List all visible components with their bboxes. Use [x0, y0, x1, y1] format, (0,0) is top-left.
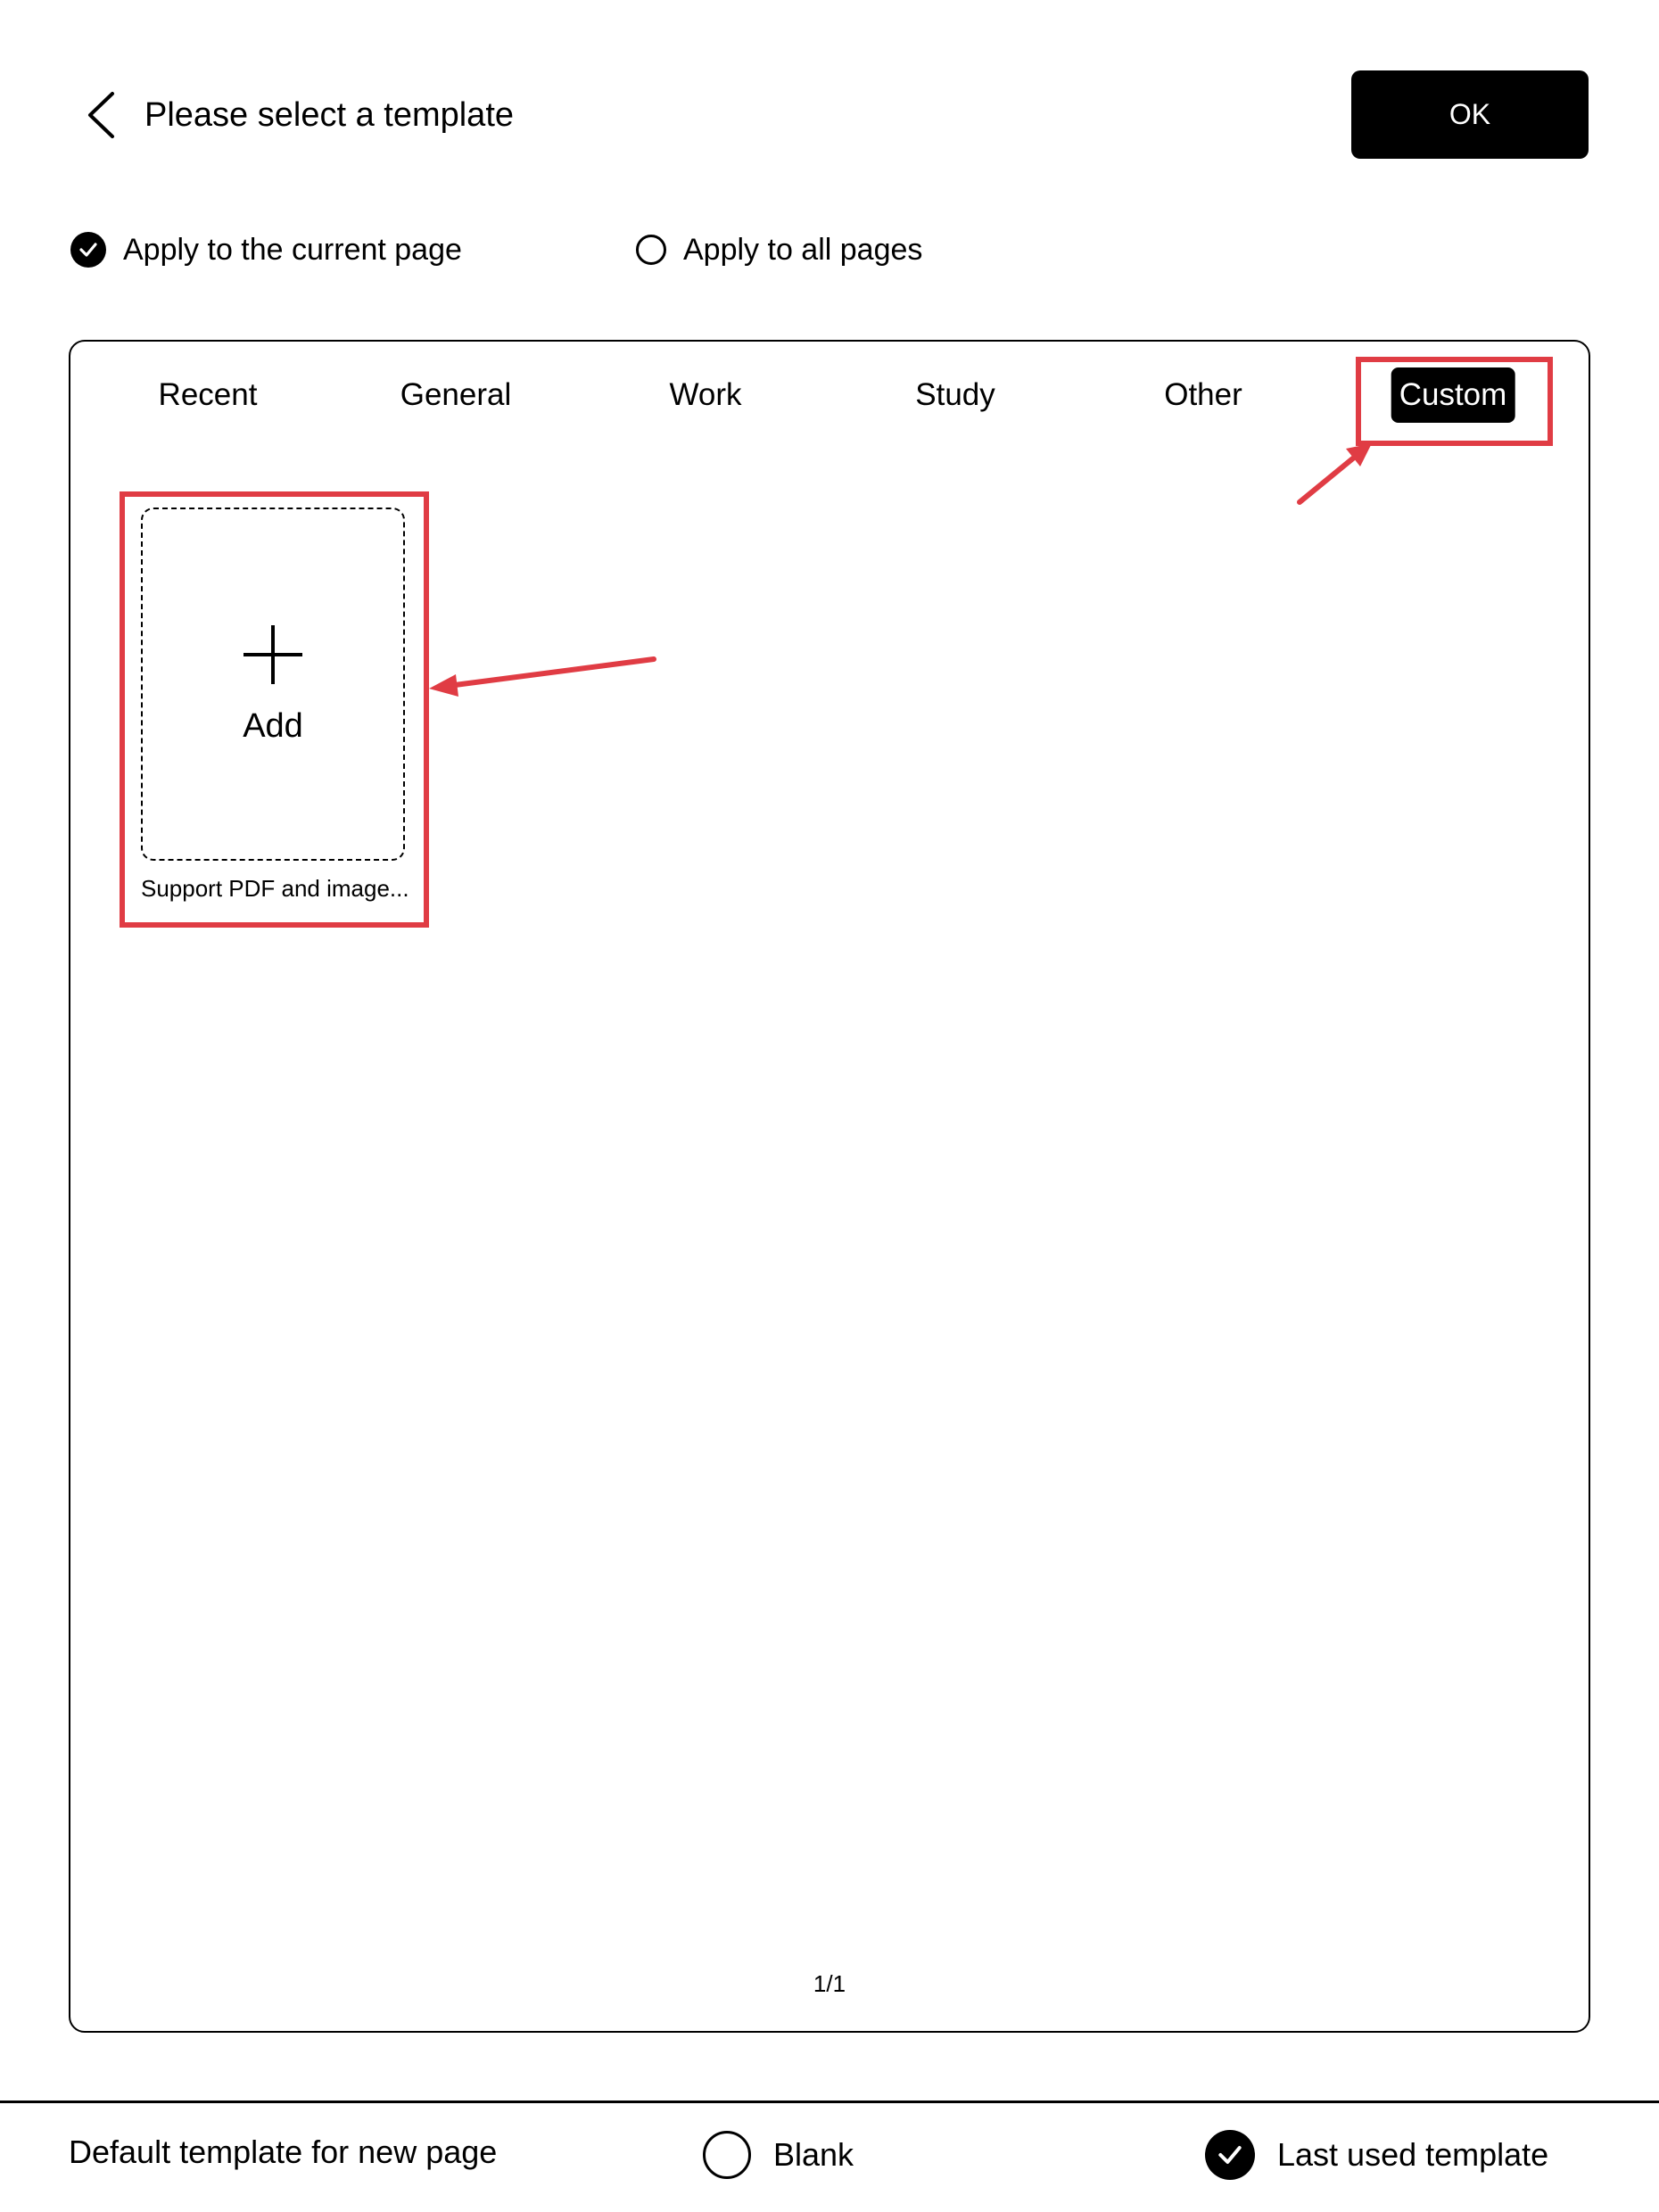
blank-option[interactable]: Blank — [703, 2130, 854, 2180]
page-indicator: 1/1 — [813, 1970, 846, 1997]
apply-all-pages-option[interactable]: Apply to all pages — [636, 230, 922, 269]
page-title: Please select a template — [144, 96, 515, 134]
template-panel: Recent General Work Study Other Custom A… — [69, 340, 1590, 2033]
plus-icon — [243, 625, 302, 684]
tab-study[interactable]: Study — [915, 367, 995, 423]
tab-general[interactable]: General — [400, 367, 512, 423]
tab-work[interactable]: Work — [669, 367, 741, 423]
ok-button[interactable]: OK — [1351, 70, 1589, 159]
tab-other[interactable]: Other — [1164, 367, 1242, 423]
footer-divider — [0, 2101, 1659, 2103]
tab-custom[interactable]: Custom — [1391, 367, 1515, 423]
unchecked-radio-icon — [636, 235, 666, 265]
back-button[interactable] — [78, 87, 123, 143]
chevron-left-icon — [88, 92, 114, 138]
tab-recent[interactable]: Recent — [159, 367, 258, 423]
unchecked-radio-icon — [703, 2131, 751, 2179]
apply-all-pages-label: Apply to all pages — [683, 232, 923, 267]
apply-current-page-option[interactable]: Apply to the current page — [70, 230, 462, 269]
add-template-card[interactable]: Add — [141, 508, 405, 861]
last-used-template-option[interactable]: Last used template — [1205, 2130, 1548, 2180]
support-formats-text: Support PDF and image... — [141, 875, 409, 902]
add-label: Add — [243, 707, 303, 745]
checked-radio-icon — [70, 232, 106, 268]
blank-option-label: Blank — [773, 2136, 854, 2173]
checked-radio-icon — [1205, 2130, 1255, 2180]
template-selector-screen: Please select a template OK Apply to the… — [0, 0, 1659, 2212]
default-template-label: Default template for new page — [69, 2134, 498, 2170]
last-used-template-label: Last used template — [1277, 2136, 1549, 2173]
apply-current-page-label: Apply to the current page — [123, 232, 462, 267]
